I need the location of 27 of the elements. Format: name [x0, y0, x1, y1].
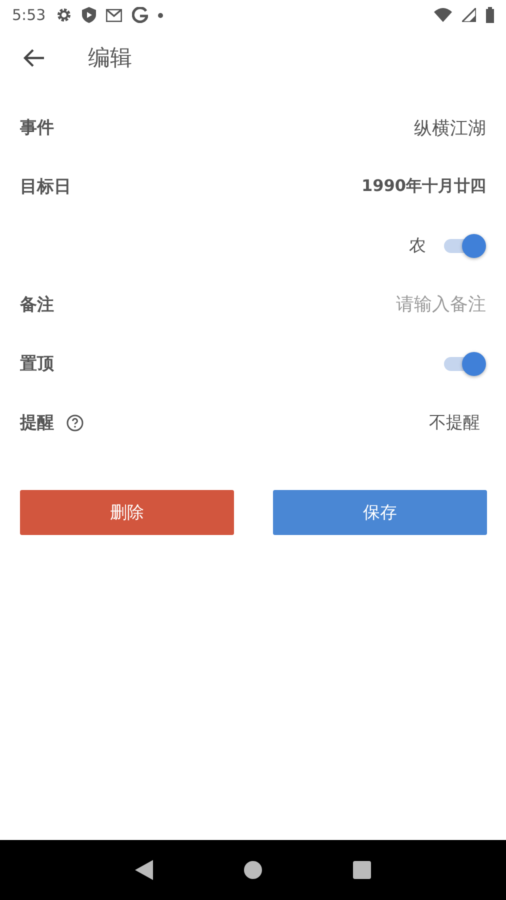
save-button[interactable]: 保存 — [273, 490, 487, 535]
gear-icon — [56, 7, 72, 23]
field-label: 目标日 — [20, 176, 71, 198]
status-time: 5:53 — [12, 6, 46, 24]
battery-icon — [486, 7, 494, 23]
field-label: 备注 — [20, 294, 54, 316]
wifi-icon — [434, 8, 452, 22]
dot-icon — [158, 12, 163, 18]
g-logo-icon — [132, 7, 148, 23]
reminder-value[interactable]: 不提醒 — [429, 411, 480, 434]
field-label: 提醒 — [20, 412, 54, 434]
shield-icon — [82, 7, 96, 23]
recents-nav-icon[interactable] — [352, 861, 371, 879]
toggle-label: 农 — [409, 235, 426, 257]
mail-icon — [106, 8, 122, 22]
field-label: 事件 — [20, 117, 54, 139]
signal-icon — [462, 8, 476, 22]
home-nav-icon[interactable] — [244, 861, 262, 879]
help-icon[interactable] — [66, 414, 84, 432]
toggle-switch[interactable] — [444, 232, 486, 258]
toggle-switch[interactable] — [444, 350, 486, 376]
page-title: 编辑 — [88, 45, 132, 73]
field-label: 置顶 — [20, 353, 54, 375]
delete-button[interactable]: 删除 — [20, 490, 234, 535]
field-value[interactable]: 1990年十月廿四 — [361, 176, 486, 197]
field-value: 纵横江湖 — [414, 116, 486, 140]
back-nav-icon[interactable] — [135, 860, 154, 880]
